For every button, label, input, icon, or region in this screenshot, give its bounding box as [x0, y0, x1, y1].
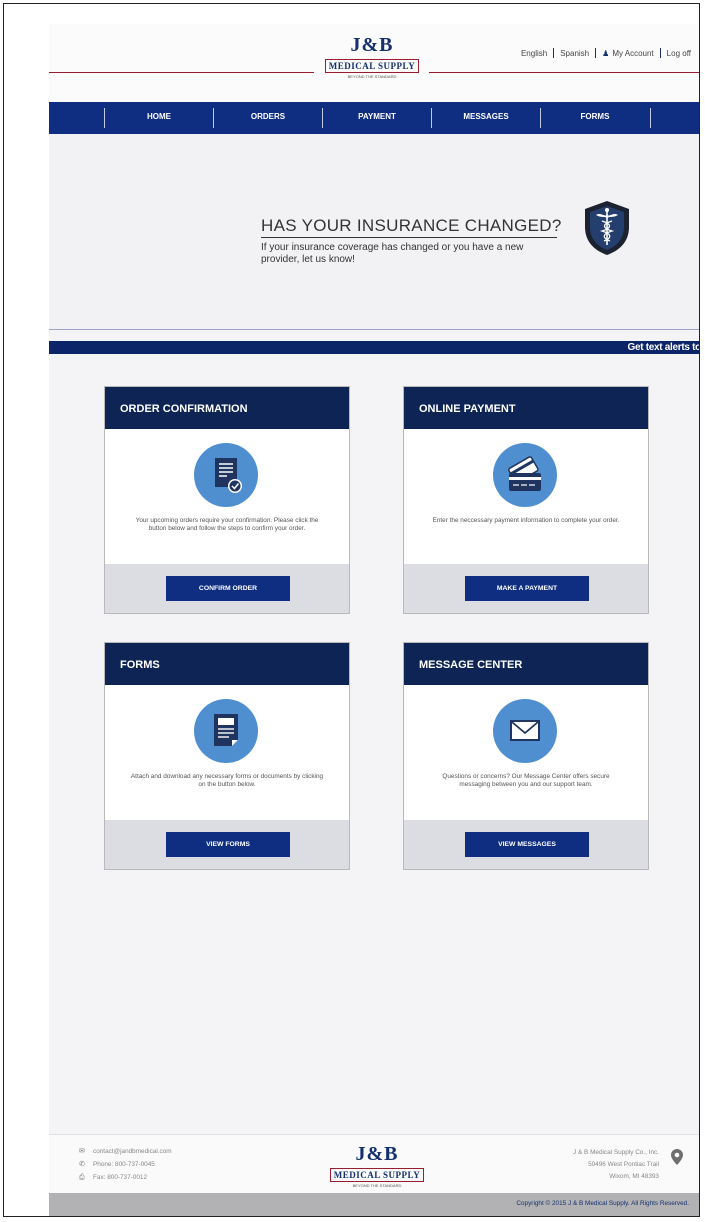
- text-alerts-ticker[interactable]: Get text alerts to: [49, 341, 700, 354]
- credit-card-icon: [493, 443, 557, 507]
- divider: [553, 48, 555, 58]
- logo-tagline: BEYOND THE STANDARD: [347, 74, 397, 79]
- card-title: ONLINE PAYMENT: [404, 387, 648, 429]
- view-messages-button[interactable]: VIEW MESSAGES: [465, 832, 589, 857]
- contact-fax: Fax: 800-737-0012: [93, 1174, 148, 1181]
- logo[interactable]: J&B MEDICAL SUPPLY BEYOND THE STANDARD: [319, 34, 425, 92]
- company-address: J & B Medical Supply Co., Inc. 50496 Wes…: [573, 1147, 659, 1183]
- logo-tagline: BEYOND THE STANDARD: [352, 1183, 402, 1188]
- nav-messages[interactable]: MESSAGES: [432, 102, 540, 134]
- message-center-card: MESSAGE CENTER Questions or concerns? Ou…: [403, 642, 649, 870]
- card-footer: MAKE A PAYMENT: [404, 564, 648, 613]
- company-street: 50496 West Pontiac Trail: [588, 1161, 659, 1168]
- card-title: ORDER CONFIRMATION: [105, 387, 349, 429]
- nav-home[interactable]: HOME: [105, 102, 213, 134]
- language-spanish-link[interactable]: Spanish: [560, 49, 589, 58]
- divider: [659, 48, 661, 58]
- nav-orders[interactable]: ORDERS: [214, 102, 322, 134]
- confirm-order-button[interactable]: CONFIRM ORDER: [166, 576, 290, 601]
- banner-rule: [49, 329, 699, 330]
- user-icon: ♟: [602, 48, 610, 58]
- logo-text: J&B: [350, 34, 394, 56]
- logoff-link[interactable]: Log off: [667, 49, 691, 58]
- contact-phone: Phone: 800-737-0045: [93, 1161, 155, 1168]
- card-description: Questions or concerns? Our Message Cente…: [442, 773, 610, 788]
- banner-title: HAS YOUR INSURANCE CHANGED?: [261, 216, 562, 235]
- card-footer: CONFIRM ORDER: [105, 564, 349, 613]
- company-name: J & B Medical Supply Co., Inc.: [573, 1149, 659, 1156]
- language-english-link[interactable]: English: [521, 49, 547, 58]
- phone-icon: ✆: [79, 1161, 85, 1168]
- footer: ✉ contact@jandbmedical.com ✆ Phone: 800-…: [49, 1134, 699, 1194]
- caduceus-shield-icon: [585, 201, 629, 255]
- main-nav: HOME ORDERS PAYMENT MESSAGES FORMS: [49, 102, 699, 134]
- logo-band: MEDICAL SUPPLY: [329, 1168, 425, 1182]
- copyright-text: Copyright © 2015 J & B Medical Supply. A…: [516, 1200, 689, 1207]
- card-description: Attach and download any necessary forms …: [130, 773, 324, 788]
- card-footer: VIEW FORMS: [105, 820, 349, 869]
- logo-band: MEDICAL SUPPLY: [324, 59, 420, 73]
- card-description: Enter the neccessary payment information…: [432, 517, 620, 524]
- nav-payment[interactable]: PAYMENT: [323, 102, 431, 134]
- header-rule-left: [49, 72, 314, 73]
- view-forms-button[interactable]: VIEW FORMS: [166, 832, 290, 857]
- page: J&B MEDICAL SUPPLY BEYOND THE STANDARD E…: [49, 24, 700, 1216]
- nav-divider: [650, 108, 651, 128]
- order-confirmation-card: ORDER CONFIRMATION Your upcoming orders …: [104, 386, 350, 614]
- copyright-bar: Copyright © 2015 J & B Medical Supply. A…: [49, 1193, 699, 1216]
- my-account-link[interactable]: My Account: [612, 49, 653, 58]
- map-pin-icon[interactable]: [671, 1149, 683, 1165]
- online-payment-card: ONLINE PAYMENT Enter the neccessary paym…: [403, 386, 649, 614]
- card-title: MESSAGE CENTER: [404, 643, 648, 685]
- divider: [595, 48, 597, 58]
- card-footer: VIEW MESSAGES: [404, 820, 648, 869]
- header: J&B MEDICAL SUPPLY BEYOND THE STANDARD E…: [49, 24, 699, 102]
- form-document-icon: [194, 699, 258, 763]
- top-links: English Spanish ♟ My Account Log off: [521, 48, 691, 58]
- card-description: Your upcoming orders require your confir…: [135, 517, 319, 532]
- insurance-banner[interactable]: HAS YOUR INSURANCE CHANGED? If your insu…: [49, 134, 699, 329]
- company-city: Wixom, MI 48393: [609, 1173, 659, 1180]
- contact-info: ✉ contact@jandbmedical.com ✆ Phone: 800-…: [79, 1145, 172, 1184]
- banner-underline: [261, 237, 557, 238]
- make-payment-button[interactable]: MAKE A PAYMENT: [465, 576, 589, 601]
- nav-forms[interactable]: FORMS: [541, 102, 649, 134]
- banner-text: If your insurance coverage has changed o…: [261, 242, 524, 265]
- card-title: FORMS: [105, 643, 349, 685]
- ticker-text: Get text alerts to: [627, 342, 700, 353]
- mail-icon: ✉: [79, 1148, 85, 1155]
- contact-email[interactable]: contact@jandbmedical.com: [93, 1145, 172, 1158]
- fax-icon: ⎙: [79, 1174, 85, 1181]
- header-rule-right: [429, 72, 699, 73]
- footer-logo[interactable]: J&B MEDICAL SUPPLY BEYOND THE STANDARD: [324, 1143, 430, 1189]
- envelope-icon: [493, 699, 557, 763]
- logo-text: J&B: [355, 1143, 399, 1165]
- document-check-icon: [194, 443, 258, 507]
- forms-card: FORMS Attach and download any necessary …: [104, 642, 350, 870]
- browser-frame: J&B MEDICAL SUPPLY BEYOND THE STANDARD E…: [3, 3, 700, 1217]
